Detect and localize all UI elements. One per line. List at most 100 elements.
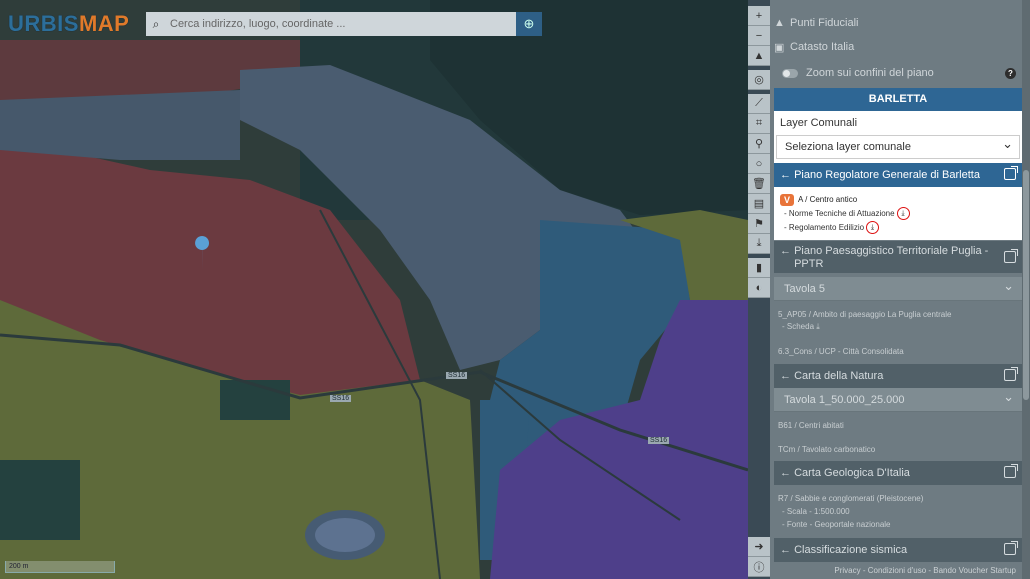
pptr-title: Piano Paesaggistico Territoriale Puglia … [794,245,989,270]
prg-details: V A / Centro antico - Norme Tecniche di … [774,187,1022,240]
delete-button[interactable]: 🗑 [748,174,770,194]
logo-main-text: URBIS [8,11,79,36]
layers-icon: ▤ [753,198,765,210]
ruler-icon: ⟋ [755,97,763,109]
add-marker-button[interactable]: ⚲ [748,134,770,154]
bookmark-button[interactable]: ▮ [748,258,770,278]
external-link-icon[interactable] [1004,166,1018,180]
pptr-scheda-link[interactable]: - Scheda ⤓ [782,322,820,332]
panel-scroll-thumb[interactable] [1023,170,1029,400]
layer-comunali-select[interactable]: Seleziona layer comunale [776,133,1020,159]
natura-header[interactable]: ← Carta della Natura [774,364,1022,388]
locate-icon: ◎ [754,74,764,86]
road-label: SS16 [648,437,670,444]
back-arrow-icon: ← [780,169,795,181]
locate-button[interactable]: ◎ [748,70,770,90]
zone-badge: V [780,194,794,206]
zoom-boundaries-label: Zoom sui confini del piano [806,67,934,79]
pin-icon: ⚲ [754,138,764,150]
place-marker-button[interactable]: ⚑ [748,214,770,234]
doc-icon: ▣ [774,41,785,54]
natura-title: Carta della Natura [794,370,884,382]
zone-text: A / Centro antico [798,195,858,204]
sismica-header[interactable]: ← Classificazione sismica [774,538,1022,562]
nta-link[interactable]: - Norme Tecniche di Attuazione ⤓ [784,207,910,220]
circle-icon: ○ [755,157,763,170]
basemap-button[interactable]: ◐ [748,278,770,298]
help-icon[interactable]: ? [1005,67,1016,79]
compass-icon: ▲ [753,49,765,62]
natura-select[interactable]: Tavola 1_50.000_25.000 [774,385,1022,412]
layer-comunali-title: Layer Comunali [780,117,858,129]
pptr-header[interactable]: ← Piano Paesaggistico Territoriale Pugli… [774,241,1022,273]
layers-button[interactable]: ▤ [748,194,770,214]
app-logo: URBISMAP [8,11,129,37]
nta-label: - Norme Tecniche di Attuazione [784,209,895,218]
download-icon[interactable]: ⤓ [896,207,910,220]
plus-icon: + [755,9,763,22]
external-link-icon[interactable] [1004,464,1018,478]
logo-accent-text: MAP [78,11,130,36]
search-input[interactable] [166,12,516,36]
info-button[interactable]: ⓘ [748,557,770,577]
zoom-in-button[interactable]: + [748,6,770,26]
search-icon[interactable]: ⌕ [146,12,166,36]
regolamento-label: - Regolamento Edilizio [784,223,865,232]
compass-button[interactable]: ▲ [748,46,770,66]
map-toolbar: + − ▲ ◎ ⟋ ⌗ ⚲ ○ 🗑 ▤ ⚑ ⤓ ▮ ◐ ➜ ⓘ [748,0,770,579]
zoom-out-button[interactable]: − [748,26,770,46]
layer-item-punti-fiduciali[interactable]: ▲ Punti Fiduciali [774,14,1022,32]
external-link-icon[interactable] [1004,367,1018,381]
download-icon[interactable]: ⤓ [866,221,880,234]
geologica-line: - Scala - 1:500.000 [782,507,850,516]
back-arrow-icon: ← [780,467,795,479]
footer-links[interactable]: Privacy - Condizioni d'uso - Bando Vouch… [774,566,1022,575]
layer-item-label: Catasto Italia [790,41,855,53]
zoom-boundaries-toggle[interactable] [782,68,798,78]
download-icon: ⤓ [756,237,762,249]
layer-item-catasto-italia[interactable]: ▣ Catasto Italia [774,38,1022,56]
map-canvas[interactable]: URBISMAP ⌕ ⊕ SS16 SS16 SS16 200 m [0,0,748,579]
external-link-icon[interactable] [1004,541,1018,555]
measure-line-button[interactable]: ⟋ [748,94,770,114]
download-icon: ⤓ [816,322,820,331]
back-arrow-icon: ← [780,544,795,556]
download-button[interactable]: ⤓ [748,234,770,254]
natura-line: TCm / Tavolato carbonatico [778,445,876,454]
geologica-header[interactable]: ← Carta Geologica D'Italia [774,461,1022,485]
pptr-line: 5_AP05 / Ambito di paesaggio La Puglia c… [778,310,952,319]
marker-icon: ⚑ [754,218,764,230]
back-arrow-icon: ← [780,370,795,382]
map-layers [0,0,748,579]
sismica-title: Classificazione sismica [794,544,908,556]
arrow-icon: ➜ [754,541,764,553]
area-icon: ⌗ [755,117,763,129]
draw-circle-button[interactable]: ○ [748,154,770,174]
pptr-select[interactable]: Tavola 5 [774,274,1022,301]
bookmark-icon: ▮ [755,262,763,274]
search-bar: ⌕ ⊕ [146,12,542,36]
map-scale-bar: 200 m [5,561,115,573]
pptr-line: 6.3_Cons / UCP - Città Consolidata [778,347,904,356]
trash-icon: 🗑 [752,178,766,190]
external-link-icon[interactable] [1004,249,1018,263]
zoom-boundaries-row: Zoom sui confini del piano ? [774,64,1022,82]
panel-scrollbar[interactable] [1022,0,1030,579]
measure-area-button[interactable]: ⌗ [748,114,770,134]
info-icon: ⓘ [753,561,765,574]
collapse-panel-button[interactable]: ➜ [748,537,770,557]
city-header: BARLETTA [774,88,1022,111]
triangle-icon: ▲ [774,17,785,29]
regolamento-link[interactable]: - Regolamento Edilizio ⤓ [784,221,880,234]
geologica-title: Carta Geologica D'Italia [794,467,910,479]
minus-icon: − [755,29,763,42]
geolocate-button[interactable]: ⊕ [516,12,542,36]
prg-header[interactable]: ← Piano Regolatore Generale di Barletta [774,163,1022,187]
globe-icon: ◐ [755,281,763,294]
geologica-line: - Fonte - Geoportale nazionale [782,520,891,529]
back-arrow-icon: ← [780,245,795,257]
layers-panel: ▲ Punti Fiduciali ▣ Catasto Italia Zoom … [770,0,1030,579]
geologica-line: R7 / Sabbie e conglomerati (Pleistocene) [778,494,924,503]
prg-title: Piano Regolatore Generale di Barletta [794,169,980,181]
natura-line: B61 / Centri abitati [778,421,844,430]
